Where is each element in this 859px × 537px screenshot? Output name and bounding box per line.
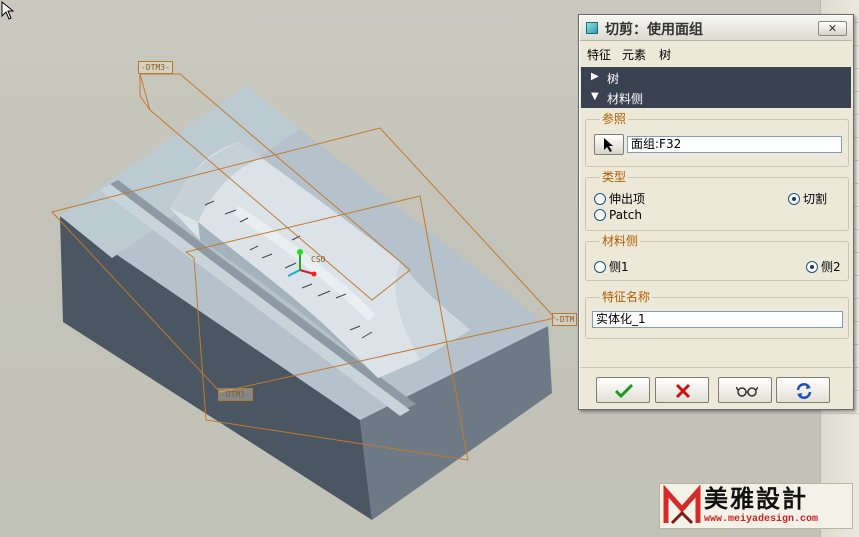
logo-m-mark-icon (663, 485, 701, 525)
dialog-title: 切剪：使用面组 (605, 22, 703, 38)
collapse-row-material-side[interactable]: ▼ 材料侧 (581, 88, 851, 108)
reference-legend: 参照 (600, 112, 629, 126)
reference-field[interactable]: 面组:F32 (627, 136, 842, 153)
feature-name-group: 特征名称 实体化_1 (585, 290, 849, 339)
datum-tag-top[interactable]: -DTM3- (138, 61, 173, 74)
dialog-titlebar[interactable]: 切剪：使用面组 ✕ (580, 16, 852, 41)
dialog-menubar: 特征 元素 树 (580, 42, 852, 65)
radio-dot-icon (594, 261, 606, 273)
reference-group: 参照 面组:F32 (585, 112, 849, 167)
preview-glasses-icon (736, 386, 758, 397)
window-app-icon (586, 22, 598, 34)
datum-tag-right[interactable]: -DTM (552, 313, 578, 326)
arrow-cursor-icon (604, 138, 613, 152)
expand-arrow-icon: ▶ (591, 71, 599, 82)
type-group: 类型 伸出项 切割 Patch (585, 170, 849, 231)
csys-label: CSO (311, 255, 326, 264)
material-side-legend: 材料侧 (600, 234, 641, 248)
radio-protrusion[interactable]: 伸出项 (594, 190, 645, 207)
menu-element[interactable]: 元素 (622, 46, 646, 63)
radio-side2[interactable]: 侧2 (806, 258, 841, 275)
logo-brand-text: 美雅設計 (704, 484, 808, 513)
radio-dot-icon (594, 193, 606, 205)
radio-protrusion-label: 伸出项 (609, 192, 646, 206)
collapse-arrow-icon: ▼ (591, 91, 599, 102)
collapse-panel: ▶ 树 ▼ 材料侧 (581, 67, 851, 108)
radio-side1-label: 侧1 (609, 260, 629, 274)
radio-patch[interactable]: Patch (594, 208, 642, 222)
menu-feature[interactable]: 特征 (587, 46, 611, 63)
datum-tag-bottom[interactable]: -DTM1- (218, 388, 253, 401)
cancel-button[interactable] (655, 377, 709, 403)
radio-patch-label: Patch (609, 208, 642, 222)
refresh-arrows-icon (796, 383, 812, 399)
cut-quilt-dialog: 切剪：使用面组 ✕ 特征 元素 树 ▶ 树 ▼ 材料侧 参照 面组:F32 类型… (578, 14, 854, 410)
radio-dot-icon (594, 209, 606, 221)
ok-button[interactable] (596, 377, 650, 403)
select-reference-button[interactable] (594, 134, 624, 155)
radio-dot-selected-icon (806, 261, 818, 273)
collapse-row-tree[interactable]: ▶ 树 (581, 68, 851, 88)
collapse-label-material-side: 材料侧 (607, 92, 644, 106)
logo-url-text: www.meiyadesign.com (704, 514, 819, 525)
meiya-logo: 美雅設計 www.meiyadesign.com (659, 483, 853, 529)
material-side-group: 材料侧 侧1 侧2 (585, 234, 849, 281)
radio-cut[interactable]: 切割 (788, 190, 827, 207)
cancel-x-icon (675, 383, 691, 399)
ok-check-icon (614, 383, 634, 399)
radio-cut-label: 切割 (803, 192, 828, 206)
radio-dot-selected-icon (788, 193, 800, 205)
preview-button[interactable] (718, 377, 772, 403)
feature-name-legend: 特征名称 (600, 290, 653, 304)
regenerate-button[interactable] (776, 377, 830, 403)
close-button[interactable]: ✕ (818, 21, 847, 36)
dialog-button-row (580, 367, 852, 408)
collapse-label-tree: 树 (607, 72, 620, 86)
radio-side1[interactable]: 侧1 (594, 258, 629, 275)
type-legend: 类型 (600, 170, 629, 184)
menu-tree[interactable]: 树 (659, 46, 671, 63)
feature-name-field[interactable]: 实体化_1 (592, 311, 843, 328)
radio-side2-label: 侧2 (821, 260, 841, 274)
